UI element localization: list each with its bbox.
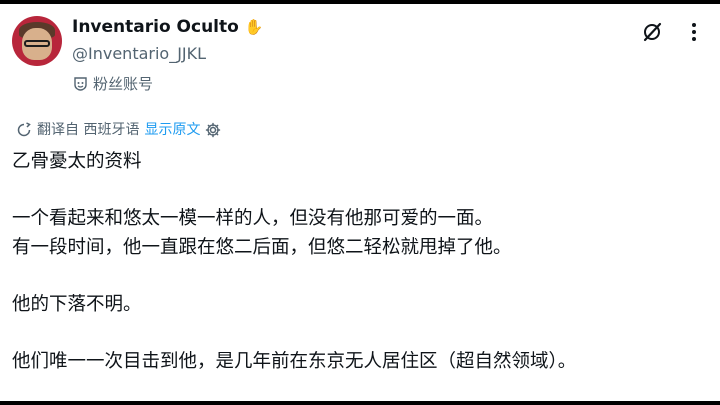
fan-account-label: 粉丝账号 <box>74 74 153 94</box>
post-line-3: 他的下落不明。 <box>12 293 142 315</box>
post-line-1: 一个看起来和悠太一模一样的人，但没有他那可爱的一面。 <box>12 208 494 229</box>
raised-hand-icon: ✋ <box>244 18 264 36</box>
author-name-row[interactable]: Inventario Oculto ✋ <box>72 17 264 37</box>
post-line-4: 他们唯一一次目击到他，是几年前在东京无人居住区（超自然领域）。 <box>12 350 577 372</box>
show-original-link[interactable]: 显示原文 <box>144 121 200 139</box>
translate-icon <box>17 122 31 137</box>
post-card: Inventario Oculto ✋ @Inventario_JJKL 粉丝账… <box>0 4 720 401</box>
grok-icon[interactable] <box>640 20 664 44</box>
translated-from-text: 翻译自 西班牙语 <box>37 122 140 138</box>
more-icon[interactable] <box>682 20 706 44</box>
gear-icon[interactable] <box>205 122 221 138</box>
top-actions <box>640 20 706 44</box>
author-handle[interactable]: @Inventario_JJKL <box>72 44 206 64</box>
post-body: 乙骨憂太的资料 一个看起来和悠太一模一样的人，但没有他那可爱的一面。 有一段时间… <box>12 148 708 376</box>
avatar-glasses <box>24 40 50 47</box>
post-line-2: 有一段时间，他一直跟在悠二后面，但悠二轻松就甩掉了他。 <box>12 236 512 258</box>
fan-account-text: 粉丝账号 <box>93 75 154 93</box>
post-title-line: 乙骨憂太的资料 <box>12 151 142 172</box>
translation-bar: 翻译自 西班牙语 显示原文 <box>16 121 221 139</box>
fan-account-icon <box>74 77 87 91</box>
avatar[interactable] <box>12 16 62 66</box>
display-name[interactable]: Inventario Oculto <box>72 17 239 37</box>
